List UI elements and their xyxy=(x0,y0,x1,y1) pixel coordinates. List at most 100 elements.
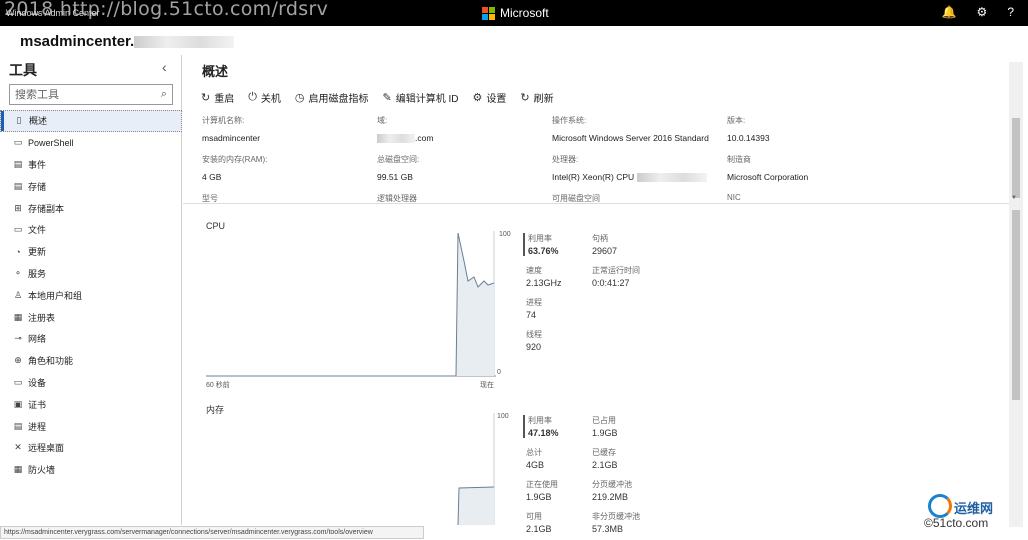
events-icon: ▤ xyxy=(13,158,23,169)
sidebar-item-6[interactable]: ◔ 更新 xyxy=(0,241,182,263)
sidebar-item-label: 注册表 xyxy=(28,312,56,323)
toolbar-button-4[interactable]: ⚙ 设置 xyxy=(473,90,507,105)
cpu-y-max: 100 xyxy=(499,231,511,238)
sidebar-item-5[interactable]: ▭ 文件 xyxy=(0,219,182,241)
collapse-icon[interactable]: ‹ xyxy=(162,59,167,75)
sidebar-item-label: 证书 xyxy=(28,399,47,410)
toolbar-button-label: 关机 xyxy=(260,94,281,105)
stat-label: 已缓存 xyxy=(592,448,616,457)
prop-value: 4 GB xyxy=(202,172,222,182)
stat-value: 1.9GB xyxy=(526,492,552,502)
updates-icon: ◔ xyxy=(15,246,21,257)
properties-scroll-thumb[interactable] xyxy=(1012,118,1020,198)
sidebar-item-label: PowerShell xyxy=(28,137,74,148)
certificates-icon: ▣ xyxy=(13,398,23,409)
toolbar-button-label: 设置 xyxy=(486,94,507,105)
network-icon: ⊸ xyxy=(14,333,22,344)
stat-label: 已占用 xyxy=(592,416,616,425)
registry-icon: ▦ xyxy=(13,311,23,322)
memory-nonpaged: 非分页缓冲池 57.3MB xyxy=(592,511,640,534)
sidebar-item-label: 存储 xyxy=(28,181,47,192)
redacted-block xyxy=(377,134,415,144)
sidebar-item-13[interactable]: ▣ 证书 xyxy=(0,393,182,415)
firewall-icon: ▦ xyxy=(13,464,23,475)
memory-chart xyxy=(457,413,495,525)
prop-label: 总磁盘空间: xyxy=(377,155,420,164)
search-icon[interactable]: ⌕ xyxy=(161,88,167,101)
prop-label: 制造商 xyxy=(727,155,751,164)
redacted-block xyxy=(134,36,235,49)
stat-label: 分页缓冲池 xyxy=(592,480,632,489)
storage-icon: ▤ xyxy=(13,180,23,191)
disk-metrics-icon: ◷ xyxy=(294,92,305,104)
roles-icon: ⊕ xyxy=(14,355,22,366)
sidebar-item-12[interactable]: ▭ 设备 xyxy=(0,372,182,394)
brand-name: Microsoft xyxy=(500,6,549,20)
search-box: ⌕ xyxy=(9,84,173,105)
stat-value: 1.9GB xyxy=(592,428,618,438)
sidebar-item-2[interactable]: ▤ 事件 xyxy=(0,154,182,176)
stat-label: 速度 xyxy=(526,266,542,275)
toolbar-button-5[interactable]: ↻ 刷新 xyxy=(520,90,553,105)
watermark-line1: 运维网 xyxy=(954,501,994,516)
toolbar-button-label: 编辑计算机 ID xyxy=(395,94,459,105)
gear-icon[interactable]: ⚙ xyxy=(977,5,988,19)
toolbar-button-3[interactable]: ✎ 编辑计算机 ID xyxy=(383,90,459,105)
help-icon[interactable]: ? xyxy=(1007,5,1014,19)
stat-label: 正在使用 xyxy=(526,480,558,489)
sidebar-item-3[interactable]: ▤ 存储 xyxy=(0,175,182,197)
stat-value: 63.76% xyxy=(528,246,559,256)
watermark-logo-icon xyxy=(928,494,952,518)
sidebar-item-label: 更新 xyxy=(28,247,47,258)
sidebar-item-label: 服务 xyxy=(28,268,47,279)
toolbar-button-label: 刷新 xyxy=(533,94,554,105)
cpu-speed: 速度 2.13GHz xyxy=(526,265,562,288)
sidebar-item-0[interactable]: ▯ 概述 xyxy=(0,110,182,132)
toolbar-button-1[interactable]: ⏻ 关机 xyxy=(248,90,281,105)
stat-label: 句柄 xyxy=(592,234,608,243)
prop-nic: NIC xyxy=(727,193,741,202)
sidebar-item-16[interactable]: ▦ 防火墙 xyxy=(0,459,182,481)
site-watermark: 运维网 ©51cto.com xyxy=(924,492,1024,537)
memory-available: 可用 2.1GB xyxy=(526,511,552,534)
content-scroll-thumb[interactable] xyxy=(1012,210,1020,400)
memory-in-use: 正在使用 1.9GB xyxy=(526,479,558,502)
sidebar-item-9[interactable]: ▦ 注册表 xyxy=(0,306,182,328)
sidebar-item-4[interactable]: ⊞ 存储副本 xyxy=(0,197,182,219)
stat-value: 0:0:41:27 xyxy=(592,278,630,288)
sidebar-item-10[interactable]: ⊸ 网络 xyxy=(0,328,182,350)
toolbar-button-0[interactable]: ↻ 重启 xyxy=(201,90,234,105)
restart-icon: ↻ xyxy=(201,92,211,104)
domain-suffix: .com xyxy=(415,133,434,143)
bell-icon[interactable]: 🔔 xyxy=(942,5,957,19)
sidebar-item-11[interactable]: ⊕ 角色和功能 xyxy=(0,350,182,372)
sidebar-item-8[interactable]: ♙ 本地用户和组 xyxy=(0,284,182,306)
sidebar-item-7[interactable]: ⚬ 服务 xyxy=(0,263,182,285)
prop-value: Microsoft Windows Server 2016 Standard xyxy=(552,133,709,143)
toolbar-button-label: 启用磁盘指标 xyxy=(308,94,369,105)
sidebar-item-14[interactable]: ▤ 进程 xyxy=(0,415,182,437)
stat-label: 可用 xyxy=(526,512,542,521)
prop-value: Intel(R) Xeon(R) CPU xyxy=(552,172,707,183)
server-title: msadmincenter. xyxy=(20,33,235,50)
power-icon: ⏻ xyxy=(248,91,257,103)
stat-value: 920 xyxy=(526,342,542,352)
cpu-x-right: 现在 xyxy=(480,382,494,389)
stat-value: 2.13GHz xyxy=(526,278,562,288)
stat-label: 非分页缓冲池 xyxy=(592,512,640,521)
stat-label: 正常运行时间 xyxy=(592,266,640,275)
sidebar-item-label: 文件 xyxy=(28,225,47,236)
sidebar-item-15[interactable]: ✕ 远程桌面 xyxy=(0,437,182,459)
sidebar-item-label: 存储副本 xyxy=(28,203,65,214)
sidebar-item-1[interactable]: ▭ PowerShell xyxy=(0,132,182,154)
devices-icon: ▭ xyxy=(13,376,23,387)
stat-label: 线程 xyxy=(526,330,542,339)
prop-value: 10.0.14393 xyxy=(727,133,770,143)
stat-value: 47.18% xyxy=(528,428,559,438)
toolbar-button-2[interactable]: ◷ 启用磁盘指标 xyxy=(295,90,369,105)
microsoft-logo-icon xyxy=(482,6,495,20)
search-input[interactable] xyxy=(15,88,150,101)
sidebar-item-label: 远程桌面 xyxy=(28,443,65,454)
scroll-down-icon[interactable]: ▼ xyxy=(1011,195,1017,201)
prop-value: Microsoft Corporation xyxy=(727,172,809,182)
